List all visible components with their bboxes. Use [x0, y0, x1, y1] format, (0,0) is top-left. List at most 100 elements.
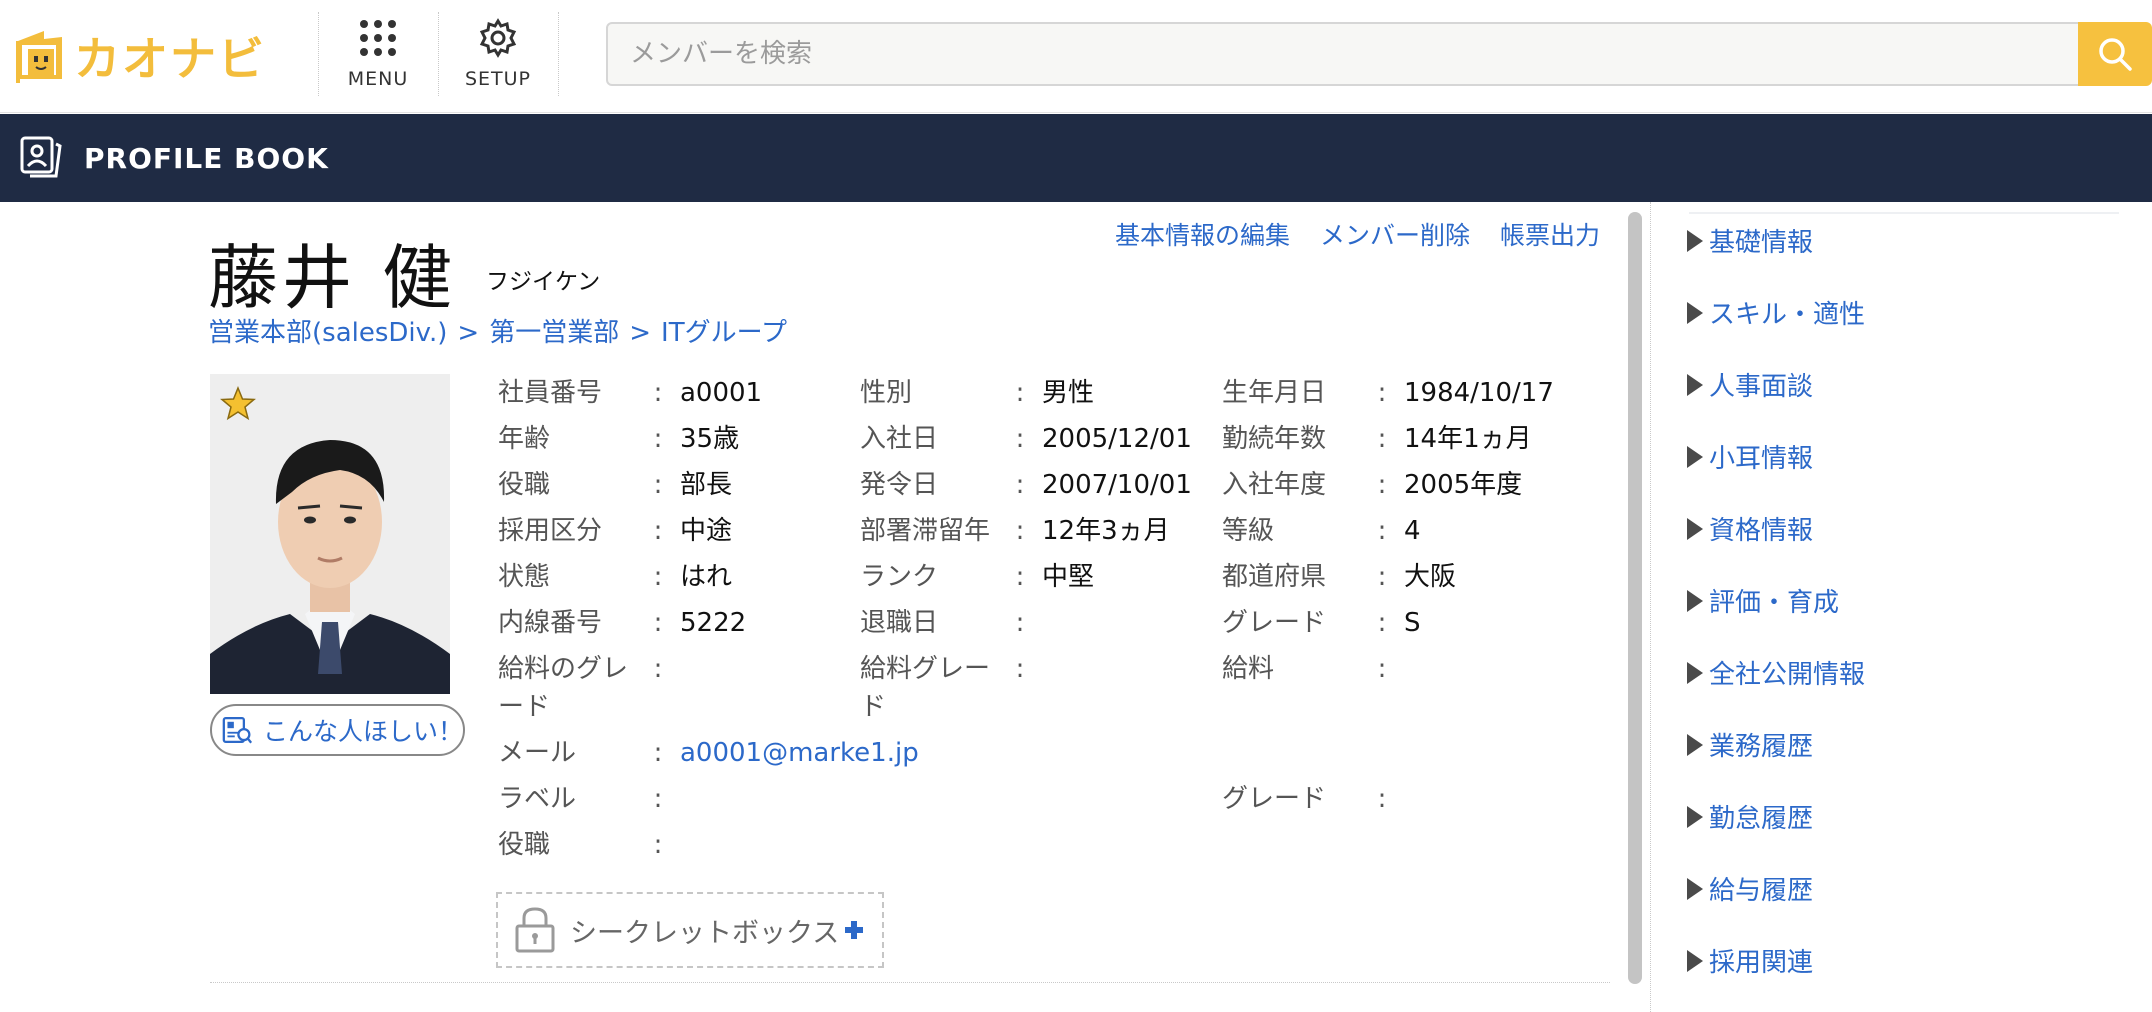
field-colon: : [653, 654, 663, 684]
nav-item-label: 小耳情報 [1709, 444, 1814, 474]
breadcrumb-item[interactable]: 第一営業部 [489, 318, 619, 348]
field-prefecture: 都道府県: 大阪 [1222, 558, 1456, 596]
member-kana: フジイケン [486, 269, 601, 295]
field-value: 1984/10/17 [1404, 378, 1554, 408]
mail-link[interactable]: a0001@marke1.jp [680, 738, 919, 768]
field-retire-date: 退職日: [860, 604, 1042, 642]
field-hire-date: 入社日:2005/12/01 [860, 420, 1192, 458]
nav-salary-history[interactable]: 給与履歴 [1687, 870, 1813, 907]
field-label: ラベル [498, 784, 577, 814]
field-colon: : [1377, 516, 1387, 546]
field-colon: : [653, 470, 663, 500]
field-value: 12年3ヵ月 [1042, 516, 1170, 546]
triangle-right-icon [1687, 949, 1703, 972]
triangle-right-icon [1687, 445, 1703, 468]
field-grade: グレード: S [1222, 604, 1421, 642]
field-label: 役職 [498, 470, 551, 500]
field-colon: : [1015, 516, 1025, 546]
nav-hr-interview[interactable]: 人事面談 [1687, 366, 1813, 403]
info-row: 内線番号:5222 退職日: グレード: S [498, 604, 1618, 644]
profile-main: 藤井 健 フジイケン 基本情報の編集 メンバー削除 帳票出力 営業本部(sale… [0, 202, 1640, 1012]
profile-actions: 基本情報の編集 メンバー削除 帳票出力 [1115, 216, 1600, 252]
field-salary: 給料: [1222, 650, 1404, 688]
nav-item-label: 資格情報 [1709, 516, 1814, 546]
field-label: 等級 [1222, 516, 1275, 546]
nav-public-info[interactable]: 全社公開情報 [1687, 654, 1865, 691]
breadcrumb-item[interactable]: ITグループ [661, 318, 787, 348]
field-salary-grade: 給料のグレード: [498, 650, 680, 726]
field-employee-no: 社員番号: a0001 [498, 374, 762, 412]
secret-box-button[interactable]: シークレットボックス [496, 892, 884, 968]
info-row: 役職: [498, 826, 1618, 866]
field-colon: : [653, 424, 663, 454]
field-colon: : [653, 784, 663, 814]
field-label: 入社日 [860, 424, 939, 454]
nav-hearsay-info[interactable]: 小耳情報 [1687, 438, 1813, 475]
member-search [606, 22, 2152, 86]
field-tenure: 勤続年数:14年1ヵ月 [1222, 420, 1532, 458]
triangle-right-icon [1687, 733, 1703, 756]
field-colon: : [1015, 470, 1025, 500]
field-value: 大阪 [1404, 562, 1457, 592]
nav-item-label: 採用関連 [1709, 948, 1814, 978]
field-label: 都道府県 [1222, 562, 1327, 592]
field-label: 発令日 [860, 470, 939, 500]
field-value: a0001 [680, 378, 763, 408]
field-appointment-date: 発令日:2007/10/01 [860, 466, 1192, 504]
field-label: 給料 [1222, 654, 1275, 684]
member-photo[interactable] [210, 374, 450, 694]
nav-attendance-history[interactable]: 勤怠履歴 [1687, 798, 1813, 835]
info-row: 状態: はれ ランク: 中堅 都道府県: 大阪 [498, 558, 1618, 598]
triangle-right-icon [1687, 373, 1703, 396]
field-label: 退職日 [860, 608, 939, 638]
gear-icon [479, 18, 517, 58]
field-value: S [1404, 608, 1421, 638]
search-button[interactable] [2078, 22, 2152, 86]
export-form-link[interactable]: 帳票出力 [1500, 216, 1600, 252]
nav-item-label: 全社公開情報 [1709, 660, 1866, 690]
field-grade-2: グレード: [1222, 780, 1404, 818]
triangle-right-icon [1687, 877, 1703, 900]
field-label: 内線番号 [498, 608, 603, 638]
field-label: 採用区分 [498, 516, 603, 546]
nav-item-label: 勤怠履歴 [1709, 804, 1814, 834]
top-header: カオナビ MENU SETUP [0, 0, 2152, 113]
profile-search-icon [222, 717, 253, 744]
nav-skill-aptitude[interactable]: スキル・適性 [1687, 294, 1865, 331]
nav-evaluation[interactable]: 評価・育成 [1687, 582, 1839, 619]
triangle-right-icon [1687, 517, 1703, 540]
kaonavi-logo[interactable]: カオナビ [14, 24, 274, 88]
delete-member-link[interactable]: メンバー削除 [1320, 216, 1470, 252]
header-divider [558, 12, 559, 96]
want-this-person-button[interactable]: こんな人ほしい！ [210, 704, 465, 756]
profile-scrollbar-thumb[interactable] [1628, 212, 1642, 984]
nav-basic-info[interactable]: 基礎情報 [1687, 222, 1813, 259]
field-rank: ランク: 中堅 [860, 558, 1094, 596]
field-colon: : [1377, 378, 1387, 408]
nav-work-history[interactable]: 業務履歴 [1687, 726, 1813, 763]
setup-button[interactable]: SETUP [439, 12, 557, 96]
page-title: PROFILE BOOK [84, 141, 329, 175]
field-colon: : [1015, 378, 1025, 408]
nav-qualification[interactable]: 資格情報 [1687, 510, 1813, 547]
field-value: 2007/10/01 [1042, 470, 1192, 500]
field-colon: : [1377, 608, 1387, 638]
profile-book-icon [20, 136, 62, 178]
member-search-input[interactable] [606, 22, 2080, 86]
edit-basic-info-link[interactable]: 基本情報の編集 [1115, 216, 1290, 252]
breadcrumb-item[interactable]: 営業本部(salesDiv.) [208, 318, 447, 348]
grid-menu-icon [360, 20, 396, 56]
menu-button[interactable]: MENU [319, 12, 437, 96]
nav-item-label: 評価・育成 [1709, 588, 1840, 618]
favorite-star-icon[interactable] [220, 386, 256, 422]
field-label: 勤続年数 [1222, 424, 1327, 454]
nav-recruitment[interactable]: 採用関連 [1687, 942, 1813, 979]
field-colon: : [1377, 424, 1387, 454]
field-label-tag: ラベル: [498, 780, 680, 818]
info-row: 給料のグレード: 給料グレード: 給料: [498, 650, 1618, 730]
field-label: 部署滞留年 [860, 516, 991, 546]
breadcrumb-separator: > [629, 318, 652, 348]
search-icon [2099, 38, 2132, 71]
field-colon: : [1015, 424, 1025, 454]
field-hire-year: 入社年度:2005年度 [1222, 466, 1522, 504]
